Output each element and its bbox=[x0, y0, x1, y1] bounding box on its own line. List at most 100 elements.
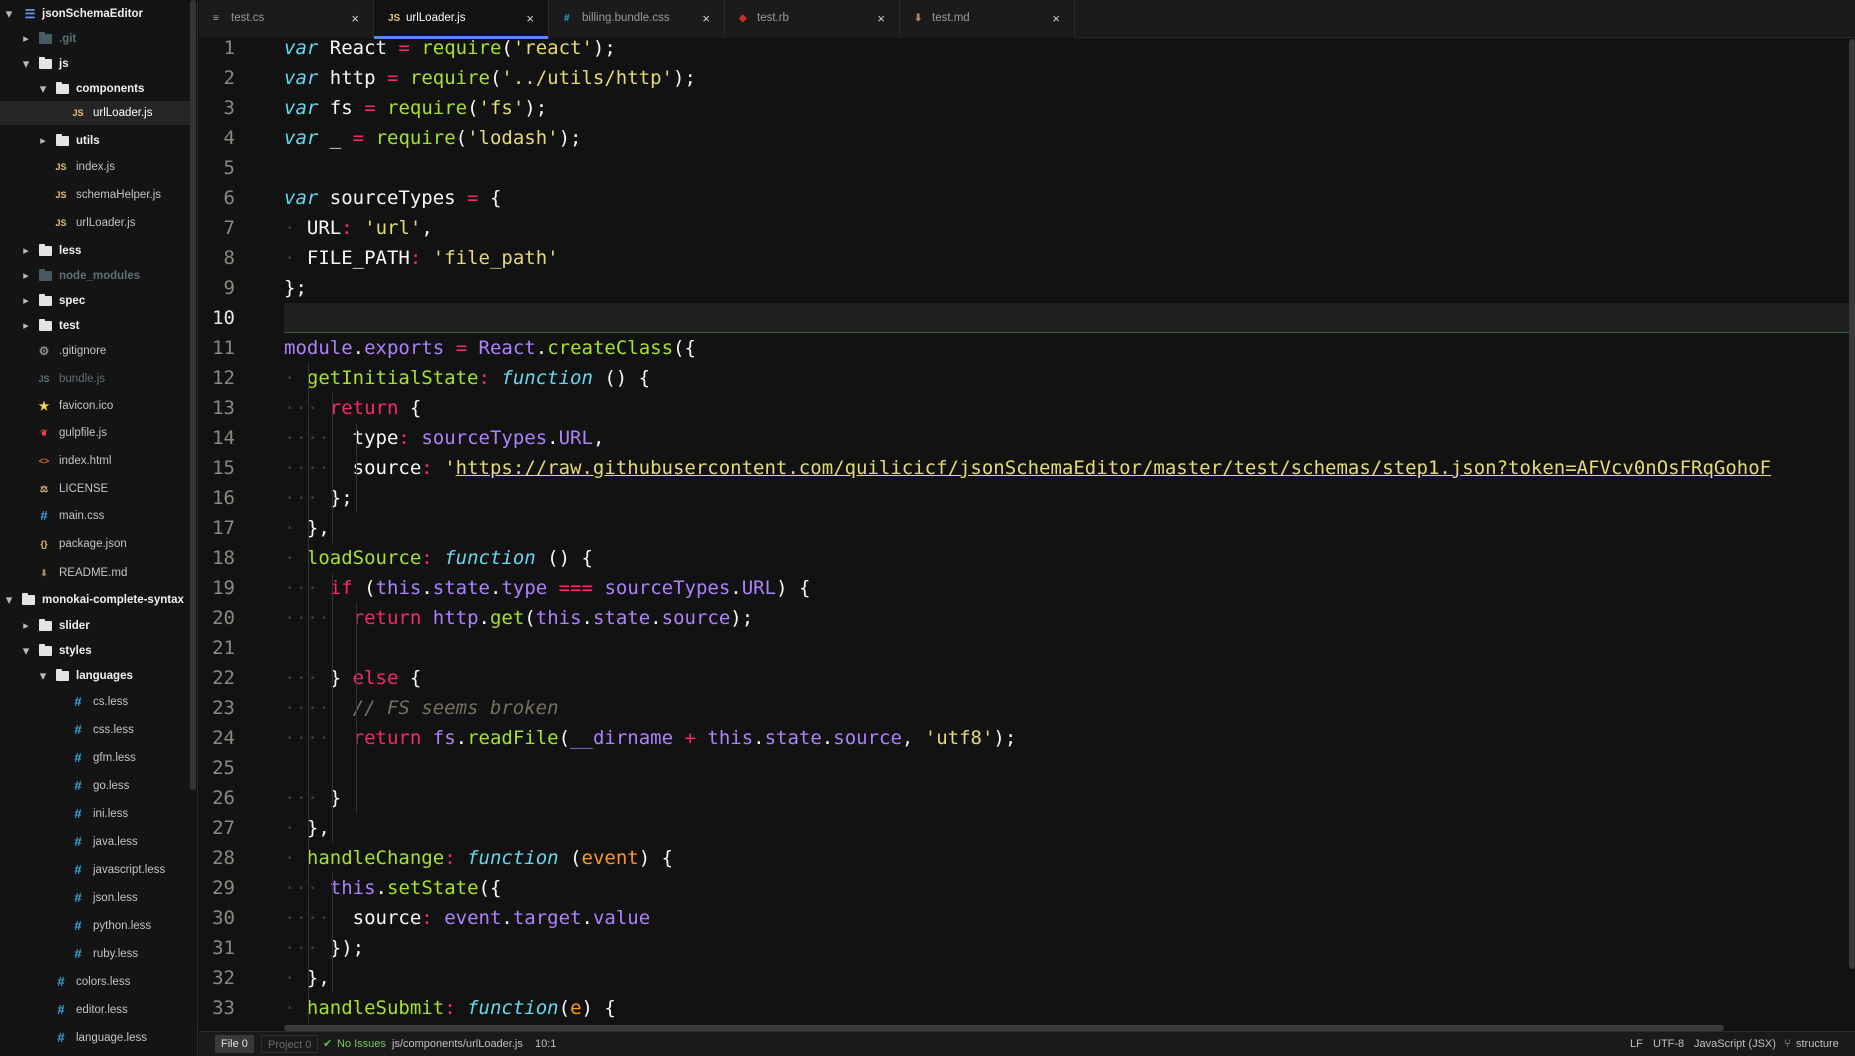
code-line[interactable]: ··· } else { bbox=[284, 663, 421, 693]
grammar-selector[interactable]: JavaScript (JSX) bbox=[1694, 1032, 1776, 1056]
line-number[interactable]: 24 bbox=[199, 723, 235, 753]
line-number[interactable]: 27 bbox=[199, 813, 235, 843]
tree-folder-item[interactable]: ▾ js bbox=[0, 52, 190, 76]
line-number[interactable]: 7 bbox=[199, 213, 235, 243]
chevron-right-icon[interactable]: ▸ bbox=[20, 289, 32, 313]
line-number[interactable]: 4 bbox=[199, 123, 235, 153]
line-number[interactable]: 2 bbox=[199, 63, 235, 93]
code-line[interactable]: · handleSubmit: function(e) { bbox=[284, 993, 616, 1023]
line-number[interactable]: 9 bbox=[199, 273, 235, 303]
tree-file-item[interactable]: # go.less bbox=[0, 774, 190, 798]
code-line[interactable]: · getInitialState: function () { bbox=[284, 363, 650, 393]
code-line[interactable]: · loadSource: function () { bbox=[284, 543, 593, 573]
url-link[interactable]: https://raw.githubusercontent.com/quilic… bbox=[456, 457, 1771, 479]
line-number[interactable]: 13 bbox=[199, 393, 235, 423]
tree-folder-item[interactable]: ▸ node_modules bbox=[0, 264, 190, 288]
tree-folder-item[interactable]: ▸ spec bbox=[0, 289, 190, 313]
tree-file-item[interactable]: ❦ gulpfile.js bbox=[0, 421, 190, 445]
chevron-down-icon[interactable]: ▾ bbox=[3, 2, 15, 26]
tree-folder-item[interactable]: ▸ utils bbox=[0, 129, 190, 153]
code-line[interactable]: ··· }); bbox=[284, 933, 364, 963]
line-number[interactable]: 28 bbox=[199, 843, 235, 873]
linter-file-count[interactable]: File 0 bbox=[215, 1035, 254, 1053]
code-line[interactable]: module.exports = React.createClass({ bbox=[284, 333, 696, 363]
encoding-selector[interactable]: UTF-8 bbox=[1653, 1032, 1684, 1056]
chevron-right-icon[interactable]: ▸ bbox=[20, 314, 32, 338]
chevron-right-icon[interactable]: ▸ bbox=[20, 27, 32, 51]
chevron-down-icon[interactable]: ▾ bbox=[37, 664, 49, 688]
tree-file-item[interactable]: <> index.html bbox=[0, 449, 190, 473]
line-number[interactable]: 23 bbox=[199, 693, 235, 723]
line-number[interactable]: 12 bbox=[199, 363, 235, 393]
code-line[interactable]: · URL: 'url', bbox=[284, 213, 433, 243]
chevron-down-icon[interactable]: ▾ bbox=[37, 77, 49, 101]
line-number[interactable]: 29 bbox=[199, 873, 235, 903]
line-number[interactable]: 20 bbox=[199, 603, 235, 633]
code-line[interactable]: var sourceTypes = { bbox=[284, 183, 501, 213]
code-line[interactable]: ···· source: event.target.value bbox=[284, 903, 650, 933]
code-line[interactable]: var fs = require('fs'); bbox=[284, 93, 547, 123]
tree-file-item[interactable]: JS schemaHelper.js bbox=[0, 183, 190, 207]
tree-file-item[interactable]: # colors.less bbox=[0, 970, 190, 994]
file-path[interactable]: js/components/urlLoader.js bbox=[392, 1032, 523, 1056]
tree-file-item[interactable]: JS urlLoader.js bbox=[0, 211, 190, 235]
code-line[interactable]: · }, bbox=[284, 513, 330, 543]
line-number[interactable]: 18 bbox=[199, 543, 235, 573]
tree-file-item[interactable]: ⬇ README.md bbox=[0, 561, 190, 585]
tree-folder-item[interactable]: ▸ test bbox=[0, 314, 190, 338]
code-line[interactable]: }; bbox=[284, 273, 307, 303]
tree-file-item[interactable]: # json.less bbox=[0, 886, 190, 910]
tree-file-item[interactable]: # main.css bbox=[0, 504, 190, 528]
line-ending-selector[interactable]: LF bbox=[1630, 1032, 1643, 1056]
tree-file-item[interactable]: # java.less bbox=[0, 830, 190, 854]
line-number[interactable]: 30 bbox=[199, 903, 235, 933]
tree-file-item[interactable]: # editor.less bbox=[0, 998, 190, 1022]
line-number[interactable]: 17 bbox=[199, 513, 235, 543]
close-icon[interactable]: × bbox=[1052, 0, 1060, 37]
line-number[interactable]: 21 bbox=[199, 633, 235, 663]
tree-file-item[interactable]: # gfm.less bbox=[0, 746, 190, 770]
tree-file-item[interactable]: ⚖ LICENSE bbox=[0, 477, 190, 501]
code-line[interactable]: var React = require('react'); bbox=[284, 39, 616, 63]
tree-file-item[interactable]: # ruby.less bbox=[0, 942, 190, 966]
line-number[interactable]: 8 bbox=[199, 243, 235, 273]
code-line[interactable]: · }, bbox=[284, 813, 330, 843]
close-icon[interactable]: × bbox=[877, 0, 885, 37]
tree-file-item[interactable]: ⚙ .gitignore bbox=[0, 339, 190, 363]
linter-status[interactable]: No Issues bbox=[337, 1032, 386, 1056]
tree-folder-item[interactable]: ▾ ☰ jsonSchemaEditor bbox=[0, 2, 190, 26]
code-line[interactable]: ··· }; bbox=[284, 483, 353, 513]
tab-test-md[interactable]: ⬇ test.md × bbox=[900, 0, 1075, 38]
chevron-down-icon[interactable]: ▾ bbox=[20, 639, 32, 663]
line-number[interactable]: 26 bbox=[199, 783, 235, 813]
code-line[interactable]: · }, bbox=[284, 963, 330, 993]
line-number[interactable]: 15 bbox=[199, 453, 235, 483]
cursor-position[interactable]: 10:1 bbox=[535, 1032, 556, 1056]
tab-billing-bundle-css[interactable]: # billing.bundle.css × bbox=[550, 0, 725, 38]
close-icon[interactable]: × bbox=[702, 0, 710, 37]
line-number[interactable]: 22 bbox=[199, 663, 235, 693]
tree-file-item[interactable]: {} package.json bbox=[0, 532, 190, 556]
line-number[interactable]: 6 bbox=[199, 183, 235, 213]
line-number[interactable]: 1 bbox=[199, 39, 235, 63]
line-number[interactable]: 33 bbox=[199, 993, 235, 1023]
tree-file-item[interactable]: JS urlLoader.js bbox=[0, 101, 190, 125]
chevron-right-icon[interactable]: ▸ bbox=[20, 614, 32, 638]
tree-file-item[interactable]: JS index.js bbox=[0, 155, 190, 179]
close-icon[interactable]: × bbox=[526, 0, 534, 37]
line-number[interactable]: 32 bbox=[199, 963, 235, 993]
tree-folder-item[interactable]: ▾ languages bbox=[0, 664, 190, 688]
code-line[interactable]: · handleChange: function (event) { bbox=[284, 843, 673, 873]
code-line[interactable]: ···· return fs.readFile(__dirname + this… bbox=[284, 723, 1016, 753]
tree-file-item[interactable]: # language.less bbox=[0, 1026, 190, 1050]
close-icon[interactable]: × bbox=[351, 0, 359, 37]
tree-folder-item[interactable]: ▾ components bbox=[0, 77, 190, 101]
tree-file-item[interactable]: # python.less bbox=[0, 914, 190, 938]
tree-file-item[interactable]: JS bundle.js bbox=[0, 367, 190, 391]
code-line[interactable]: ··· return { bbox=[284, 393, 421, 423]
git-branch-label[interactable]: structure bbox=[1796, 1032, 1839, 1056]
tab-urlloader-js[interactable]: JS urlLoader.js × bbox=[374, 0, 549, 39]
tab-test-rb[interactable]: ◆ test.rb × bbox=[725, 0, 900, 38]
line-number[interactable]: 14 bbox=[199, 423, 235, 453]
code-line[interactable]: · FILE_PATH: 'file_path' bbox=[284, 243, 559, 273]
